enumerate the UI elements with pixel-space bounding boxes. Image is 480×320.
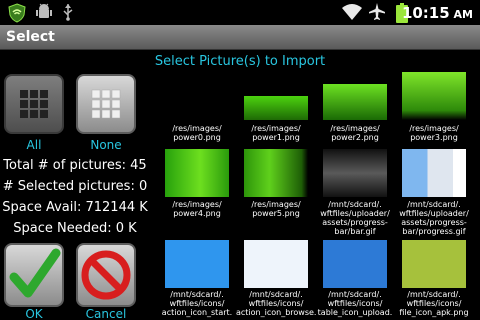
picture-caption: /mnt/sdcard/. wftfiles/icons/ action_ico… (161, 290, 233, 317)
cancel-button[interactable] (76, 243, 136, 307)
picture-thumbnail[interactable] (323, 240, 387, 288)
space-available-text: Space Avail: 712144 K (2, 200, 148, 215)
picture-thumbnail[interactable] (244, 72, 308, 120)
picture-caption: /res/images/ power1.png (251, 124, 301, 142)
status-clock: 10:15 AM (401, 4, 473, 22)
checkmark-icon (9, 248, 61, 298)
select-none-label: None (90, 138, 122, 152)
picture-thumbnail[interactable] (323, 72, 387, 120)
picture-caption: /res/images/ power2.png (330, 124, 380, 142)
picture-thumbnail[interactable] (323, 149, 387, 197)
selected-pictures-text: # Selected pictures: 0 (2, 179, 148, 194)
picture-caption: /mnt/sdcard/. wftfiles/icons/ table_icon… (317, 290, 393, 317)
grid-light-icon (91, 89, 121, 119)
picture-caption: /mnt/sdcard/. wftfiles/icons/ file_icon_… (399, 290, 469, 317)
grid-header: Select Picture(s) to Import (154, 54, 326, 69)
cancel-label: Cancel (85, 307, 127, 320)
shield-icon (8, 3, 26, 23)
select-all-label: All (26, 138, 42, 152)
ok-label: OK (25, 307, 43, 320)
status-bar: 10:15 AM (0, 0, 480, 25)
picture-thumbnail[interactable] (165, 149, 229, 197)
picture-caption: /res/images/ power3.png (409, 124, 459, 142)
grid-dark-icon (20, 90, 48, 118)
picture-caption: /res/images/ power0.png (172, 124, 222, 142)
cancel-icon (81, 250, 131, 300)
select-all-button[interactable] (4, 74, 64, 134)
total-pictures-text: Total # of pictures: 45 (3, 158, 147, 173)
picture-thumbnail[interactable] (402, 149, 466, 197)
picture-caption: /mnt/sdcard/. wftfiles/uploader/ assets/… (399, 200, 469, 236)
usb-icon (63, 4, 73, 21)
select-none-button[interactable] (76, 74, 136, 134)
android-bug-icon (36, 3, 52, 18)
picture-thumbnail[interactable] (402, 72, 466, 120)
picture-thumbnail[interactable] (402, 240, 466, 288)
airplane-icon (369, 3, 385, 20)
space-needed-text: Space Needed: 0 K (13, 221, 137, 236)
picture-caption: /res/images/ power5.png (251, 200, 301, 218)
picture-caption: /mnt/sdcard/. wftfiles/icons/ action_ico… (236, 290, 317, 317)
picture-thumbnail[interactable] (165, 72, 229, 120)
ok-button[interactable] (4, 243, 64, 307)
picture-thumbnail[interactable] (165, 240, 229, 288)
title-bar: Select (0, 25, 480, 50)
picture-caption: /res/images/ power4.png (172, 200, 222, 218)
wifi-icon (342, 4, 362, 20)
picture-thumbnail[interactable] (244, 240, 308, 288)
picture-caption: /mnt/sdcard/. wftfiles/uploader/ assets/… (320, 200, 390, 236)
picture-thumbnail[interactable] (244, 149, 308, 197)
page-title: Select (6, 29, 55, 45)
